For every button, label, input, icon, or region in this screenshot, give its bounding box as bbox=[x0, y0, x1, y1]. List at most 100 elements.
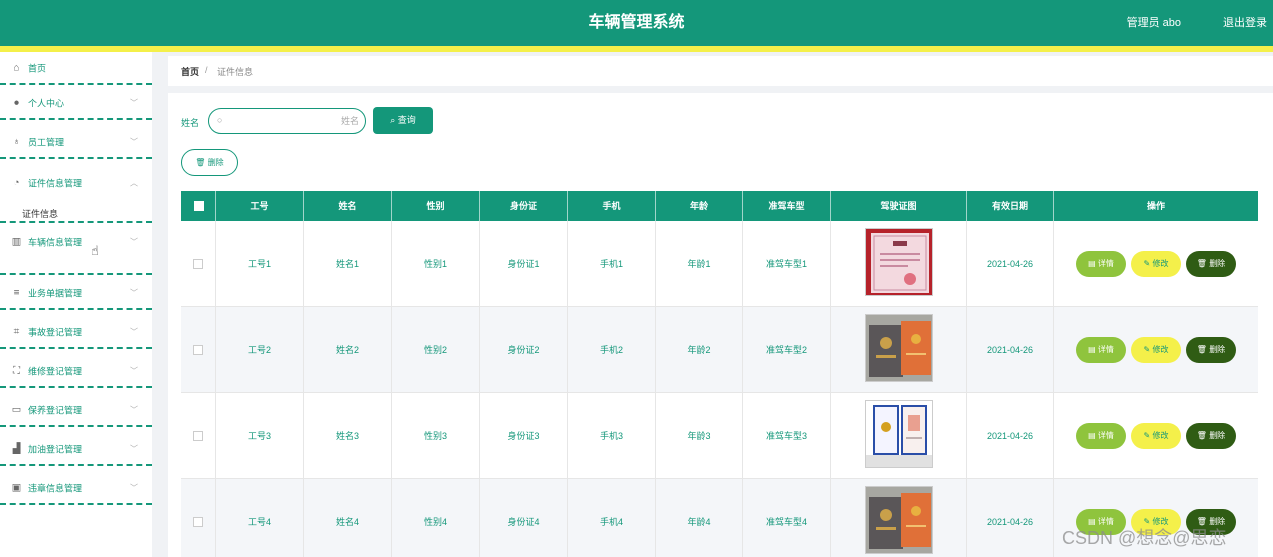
cell-vehicle: 准驾车型2 bbox=[743, 307, 831, 393]
sidebar-item-accidents[interactable]: ⌗ 事故登记管理 ﹀ bbox=[0, 316, 152, 349]
detail-button[interactable]: ▤ 详情 bbox=[1076, 337, 1126, 363]
column-header: 性别 bbox=[392, 191, 480, 221]
sidebar-item-documents[interactable]: ≡ 业务单据管理 ﹀ bbox=[0, 277, 152, 310]
delete-button-label: 删除 bbox=[1209, 259, 1226, 268]
breadcrumb-separator: / bbox=[205, 65, 208, 75]
edit-button-label: 修改 bbox=[1152, 259, 1169, 268]
chevron-down-icon: ﹀ bbox=[130, 366, 138, 375]
sidebar-item-staff[interactable]: ♁ 员工管理 ﹀ bbox=[0, 126, 152, 159]
trash-icon: 🗑︎ bbox=[1196, 259, 1210, 268]
table-header: 工号 姓名 性别 身份证 手机 年龄 准驾车型 驾驶证图 有效日期 操作 bbox=[181, 191, 1258, 221]
sidebar-item-label: 保养登记管理 bbox=[28, 405, 83, 415]
sidebar-item-label: 加油登记管理 bbox=[28, 444, 83, 454]
cell-age: 年龄3 bbox=[656, 393, 743, 479]
detail-icon: ▤ bbox=[1088, 259, 1098, 268]
breadcrumb: 首页 / 证件信息 bbox=[168, 56, 1273, 86]
detail-button[interactable]: ▤ 详情 bbox=[1076, 251, 1126, 277]
cell-gender: 性别1 bbox=[392, 221, 480, 307]
cell-age: 年龄2 bbox=[656, 307, 743, 393]
cell-phone: 手机2 bbox=[568, 307, 656, 393]
query-button-label: 查询 bbox=[397, 115, 416, 125]
cell-id: 工号3 bbox=[216, 393, 304, 479]
table-row: 工号3 姓名3 性别3 身份证3 手机3 年龄3 准驾车型3 2021-04-2… bbox=[181, 393, 1258, 479]
sidebar-item-certificates[interactable]: ◔ 证件信息管理 ︿ 证件信息 bbox=[0, 165, 152, 223]
search-icon: ⌕ bbox=[390, 115, 398, 125]
detail-button[interactable]: ▤ 详情 bbox=[1076, 423, 1126, 449]
cell-idcard: 身份证2 bbox=[480, 307, 568, 393]
column-header: 姓名 bbox=[304, 191, 392, 221]
detail-button-label: 详情 bbox=[1097, 431, 1114, 440]
license-photo[interactable] bbox=[865, 400, 933, 468]
row-checkbox[interactable] bbox=[193, 431, 203, 441]
certificate-image bbox=[866, 401, 932, 467]
sidebar-item-home[interactable]: ⌂ 首页 bbox=[0, 52, 152, 85]
search-label: 姓名 bbox=[181, 118, 200, 128]
delete-button[interactable]: 🗑︎ 删除 bbox=[1186, 337, 1236, 363]
cell-phone: 手机1 bbox=[568, 221, 656, 307]
crop-icon: ⌗ bbox=[13, 326, 20, 337]
detail-button-label: 详情 bbox=[1097, 345, 1114, 354]
table-row: 工号1 姓名1 性别1 身份证1 手机1 年龄1 准驾车型1 2021-04-2… bbox=[181, 221, 1258, 307]
column-header: 驾驶证图 bbox=[831, 191, 967, 221]
search-box: ○ bbox=[208, 108, 366, 134]
cell-age: 年龄4 bbox=[656, 479, 743, 557]
cell-name: 姓名3 bbox=[304, 393, 392, 479]
thumb-icon: ▟ bbox=[12, 443, 21, 454]
watermark: CSDN @想念@思恋 bbox=[1062, 528, 1227, 548]
sidebar-item-label: 证件信息管理 bbox=[28, 178, 83, 189]
breadcrumb-home[interactable]: 首页 bbox=[181, 65, 199, 78]
delete-button-label: 删除 bbox=[1209, 431, 1226, 440]
trash-icon: 🗑︎ bbox=[1196, 431, 1210, 440]
search-input[interactable] bbox=[231, 113, 359, 129]
user-icon: ● bbox=[13, 97, 20, 108]
batch-delete-button[interactable]: 🗑︎ 删除 bbox=[181, 149, 238, 176]
trash-icon: 🗑︎ bbox=[195, 158, 208, 167]
license-photo[interactable] bbox=[865, 486, 933, 554]
delete-button-label: 删除 bbox=[207, 158, 224, 167]
edit-button[interactable]: ✎ 修改 bbox=[1131, 423, 1181, 449]
row-select-cell bbox=[181, 221, 216, 307]
logout-link[interactable]: 退出登录 bbox=[1223, 0, 1267, 46]
sidebar-item-vehicles[interactable]: ▥ 车辆信息管理 ﹀ bbox=[0, 225, 152, 275]
license-photo[interactable] bbox=[865, 228, 933, 296]
sidebar-item-profile[interactable]: ● 个人中心 ﹀ bbox=[0, 87, 152, 120]
chevron-down-icon: ﹀ bbox=[130, 444, 138, 453]
gauge-icon: ◔ bbox=[13, 177, 20, 189]
cell-idcard: 身份证4 bbox=[480, 479, 568, 557]
sidebar-item-label: 个人中心 bbox=[28, 98, 65, 108]
sidebar-item-violations[interactable]: ▣ 违章信息管理 ﹀ bbox=[0, 472, 152, 505]
edit-button[interactable]: ✎ 修改 bbox=[1131, 337, 1181, 363]
edit-button-label: 修改 bbox=[1152, 345, 1169, 354]
row-checkbox[interactable] bbox=[193, 259, 203, 269]
detail-icon: ▤ bbox=[1088, 431, 1098, 440]
sidebar-item-label: 首页 bbox=[28, 63, 47, 73]
edit-button[interactable]: ✎ 修改 bbox=[1131, 251, 1181, 277]
delete-button-label: 删除 bbox=[1209, 345, 1226, 354]
chevron-down-icon: ﹀ bbox=[130, 483, 138, 492]
breadcrumb-current: 证件信息 bbox=[217, 67, 254, 77]
search-icon: ○ bbox=[217, 115, 223, 125]
cell-date: 2021-04-26 bbox=[967, 221, 1054, 307]
delete-button[interactable]: 🗑︎ 删除 bbox=[1186, 251, 1236, 277]
header-select-cell bbox=[181, 191, 216, 221]
cell-gender: 性别2 bbox=[392, 307, 480, 393]
delete-button[interactable]: 🗑︎ 删除 bbox=[1186, 423, 1236, 449]
sidebar-item-fuel[interactable]: ▟ 加油登记管理 ﹀ bbox=[0, 433, 152, 466]
sidebar-item-maintenance[interactable]: ▭ 保养登记管理 ﹀ bbox=[0, 394, 152, 427]
select-all-checkbox[interactable] bbox=[194, 201, 204, 211]
cell-name: 姓名4 bbox=[304, 479, 392, 557]
chevron-down-icon: ﹀ bbox=[130, 327, 138, 336]
sidebar-item-label: 车辆信息管理 bbox=[28, 237, 83, 248]
row-checkbox[interactable] bbox=[193, 345, 203, 355]
column-header: 操作 bbox=[1146, 201, 1165, 211]
submenu-item-certificate-info[interactable]: 证件信息 bbox=[22, 207, 58, 220]
sidebar-item-repairs[interactable]: ⛶ 维修登记管理 ﹀ bbox=[0, 355, 152, 388]
license-photo[interactable] bbox=[865, 314, 933, 382]
sidebar-item-label: 违章信息管理 bbox=[28, 483, 83, 493]
cell-name: 姓名1 bbox=[304, 221, 392, 307]
query-button[interactable]: ⌕ 查询 bbox=[373, 107, 433, 134]
chevron-down-icon: ﹀ bbox=[130, 288, 138, 297]
trash-icon: 🗑︎ bbox=[1196, 345, 1210, 354]
sidebar-item-label: 事故登记管理 bbox=[28, 327, 83, 337]
row-checkbox[interactable] bbox=[193, 517, 203, 527]
